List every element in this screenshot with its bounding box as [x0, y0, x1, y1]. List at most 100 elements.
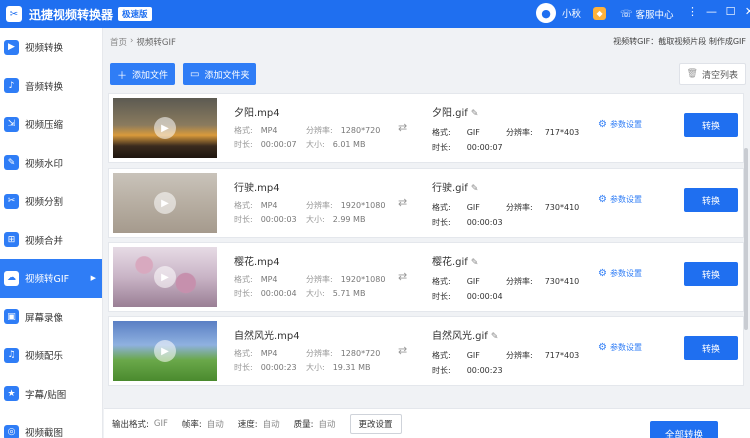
- output-resolution: 分辨率: 730*410: [506, 203, 580, 212]
- add-file-label: 添加文件: [132, 70, 169, 81]
- sidebar-item-label: 视频截图: [25, 428, 64, 438]
- clear-list-label: 清空列表: [701, 70, 738, 81]
- vip-icon[interactable]: ◆: [593, 6, 607, 20]
- screen-record-icon: ▣: [4, 309, 19, 325]
- output-duration: 时长: 00:00:03: [432, 218, 503, 227]
- source-format: 格式: MP4: [234, 275, 278, 284]
- convert-button[interactable]: 转换: [684, 188, 738, 212]
- convert-button[interactable]: 转换: [684, 262, 738, 286]
- output-file-name[interactable]: 樱花.gif ✎: [432, 253, 478, 268]
- param-settings-button[interactable]: ⚙ 参数设置: [598, 119, 642, 130]
- param-settings-button[interactable]: ⚙ 参数设置: [598, 194, 642, 205]
- breadcrumb-current: 视频转GIF: [136, 38, 176, 48]
- breadcrumb-separator: ›: [130, 36, 134, 46]
- source-file-name: 行驶.mp4: [234, 183, 280, 194]
- support-link[interactable]: ☏ 客服中心: [620, 7, 674, 22]
- output-format: 格式: GIF: [432, 203, 480, 212]
- output-file-name[interactable]: 夕阳.gif ✎: [432, 104, 478, 119]
- file-row[interactable]: ▶ 樱花.mp4 格式: MP4 分辨率: 1920*1080 时长: 00:00:04 大小:…: [108, 242, 744, 312]
- sidebar-item-label: 视频合并: [25, 235, 64, 247]
- output-file-name[interactable]: 行驶.gif ✎: [432, 179, 478, 194]
- sidebar-item-gif[interactable]: ☁ 视频转GIF ▶: [0, 259, 102, 298]
- output-settings-bar: 输出格式: GIF 帧率: 自动 速度: 自动 质量: 自动 更改设置 全部转换: [104, 408, 750, 438]
- video-thumbnail[interactable]: ▶: [113, 98, 217, 158]
- add-folder-button[interactable]: ▭ 添加文件夹: [183, 63, 257, 85]
- convert-button[interactable]: 转换: [684, 113, 738, 137]
- minimize-icon[interactable]: —: [702, 5, 721, 18]
- edit-name-icon[interactable]: ✎: [471, 109, 479, 119]
- title-bar: ✂ 迅捷视频转换器 极速版 ● 小秋 ◆ ☏ 客服中心 ⋮ — ☐ ✕: [0, 0, 750, 28]
- chevron-right-icon: ▶: [90, 274, 96, 283]
- framerate-value: 自动: [206, 419, 224, 430]
- output-format-value: GIF: [153, 418, 168, 429]
- output-resolution: 分辨率: 717*403: [506, 351, 580, 360]
- gear-icon: ⚙: [598, 268, 607, 279]
- source-file-name: 自然风光.mp4: [234, 331, 300, 342]
- sidebar-item-merge[interactable]: ⊞ 视频合并: [0, 221, 102, 260]
- trash-icon: 🗑: [686, 69, 698, 79]
- play-icon[interactable]: ▶: [154, 117, 176, 139]
- edition-badge: 极速版: [118, 7, 152, 21]
- param-settings-button[interactable]: ⚙ 参数设置: [598, 342, 642, 353]
- sidebar-item-music[interactable]: ♫ 视频配乐: [0, 336, 102, 375]
- screenshot-icon: ◎: [4, 424, 19, 438]
- maximize-icon[interactable]: ☐: [721, 5, 740, 18]
- scrollbar[interactable]: [744, 148, 748, 330]
- source-file-name: 樱花.mp4: [234, 257, 280, 268]
- gear-icon: ⚙: [598, 194, 607, 205]
- user-area[interactable]: ● 小秋 ◆: [536, 3, 607, 23]
- page-hint: 视频转GIF：截取视频片段 制作成GIF: [613, 37, 746, 46]
- breadcrumb-home[interactable]: 首页: [110, 36, 127, 48]
- change-settings-button[interactable]: 更改设置: [349, 413, 402, 434]
- convert-arrow-icon: ⇄: [398, 344, 408, 357]
- sidebar-item-video-convert[interactable]: ▶ 视频转换: [0, 28, 102, 67]
- avatar[interactable]: ●: [536, 3, 556, 23]
- main-panel: 首页 › 视频转GIF 视频转GIF：截取视频片段 制作成GIF ＋ 添加文件 …: [104, 28, 750, 438]
- add-file-button[interactable]: ＋ 添加文件: [110, 63, 176, 85]
- param-settings-button[interactable]: ⚙ 参数设置: [598, 268, 642, 279]
- window-controls: ⋮ — ☐ ✕: [683, 5, 750, 18]
- edit-name-icon[interactable]: ✎: [471, 184, 479, 194]
- file-row[interactable]: ▶ 夕阳.mp4 格式: MP4 分辨率: 1280*720 时长: 00:00:07 大小: 6…: [108, 93, 744, 163]
- convert-button[interactable]: 转换: [684, 336, 738, 360]
- edit-name-icon[interactable]: ✎: [471, 258, 479, 268]
- source-resolution: 分辨率: 1920*1080: [306, 201, 386, 210]
- edit-name-icon[interactable]: ✎: [491, 332, 499, 342]
- source-size: 大小: 5.71 MB: [306, 289, 366, 298]
- sidebar-item-label: 视频转GIF: [25, 274, 70, 286]
- sidebar-item-watermark[interactable]: ✎ 视频水印: [0, 144, 102, 183]
- sidebar-item-audio-convert[interactable]: ♪ 音频转换: [0, 67, 102, 106]
- clear-list-button[interactable]: 🗑 清空列表: [678, 63, 746, 85]
- sidebar-item-subtitle[interactable]: ★ 字幕/贴图: [0, 375, 102, 414]
- gear-icon: ⚙: [598, 119, 607, 130]
- play-icon[interactable]: ▶: [154, 192, 176, 214]
- sidebar-item-split[interactable]: ✂ 视频分割: [0, 182, 102, 221]
- sidebar-item-label: 视频水印: [25, 158, 64, 170]
- quality-value: 自动: [318, 419, 336, 430]
- watermark-icon: ✎: [4, 155, 19, 171]
- sidebar: ▶ 视频转换 ♪ 音频转换 ⇲ 视频压缩 ✎ 视频水印 ✂ 视频分割 ⊞ 视频合并 ☁ 视频转GIF ▶ ▣ 屏…: [0, 28, 103, 438]
- convert-all-button[interactable]: 全部转换: [650, 421, 718, 438]
- sidebar-item-screenshot[interactable]: ◎ 视频截图: [0, 413, 102, 438]
- source-size: 大小: 19.31 MB: [306, 363, 371, 372]
- close-icon[interactable]: ✕: [740, 5, 750, 18]
- sidebar-item-label: 音频转换: [25, 81, 64, 93]
- sidebar-item-video-compress[interactable]: ⇲ 视频压缩: [0, 105, 102, 144]
- video-thumbnail[interactable]: ▶: [113, 247, 217, 307]
- app-title: 迅捷视频转换器: [29, 7, 114, 22]
- speed-label: 速度:: [237, 419, 258, 430]
- sidebar-item-label: 字幕/贴图: [25, 389, 67, 401]
- file-row[interactable]: ▶ 行驶.mp4 格式: MP4 分辨率: 1920*1080 时长: 00:00:03 大小:…: [108, 168, 744, 238]
- play-icon[interactable]: ▶: [154, 340, 176, 362]
- user-name[interactable]: 小秋: [562, 6, 581, 20]
- video-thumbnail[interactable]: ▶: [113, 173, 217, 233]
- play-icon[interactable]: ▶: [154, 266, 176, 288]
- sidebar-item-screen-record[interactable]: ▣ 屏幕录像: [0, 298, 102, 337]
- output-duration: 时长: 00:00:07: [432, 143, 503, 152]
- video-thumbnail[interactable]: ▶: [113, 321, 217, 381]
- folder-icon: ▭: [190, 68, 200, 80]
- output-file-name[interactable]: 自然风光.gif ✎: [432, 327, 498, 342]
- menu-icon[interactable]: ⋮: [683, 5, 702, 18]
- file-row[interactable]: ▶ 自然风光.mp4 格式: MP4 分辨率: 1280*720 时长: 00:00:23 大小…: [108, 316, 744, 386]
- quality-label: 质量:: [293, 419, 314, 430]
